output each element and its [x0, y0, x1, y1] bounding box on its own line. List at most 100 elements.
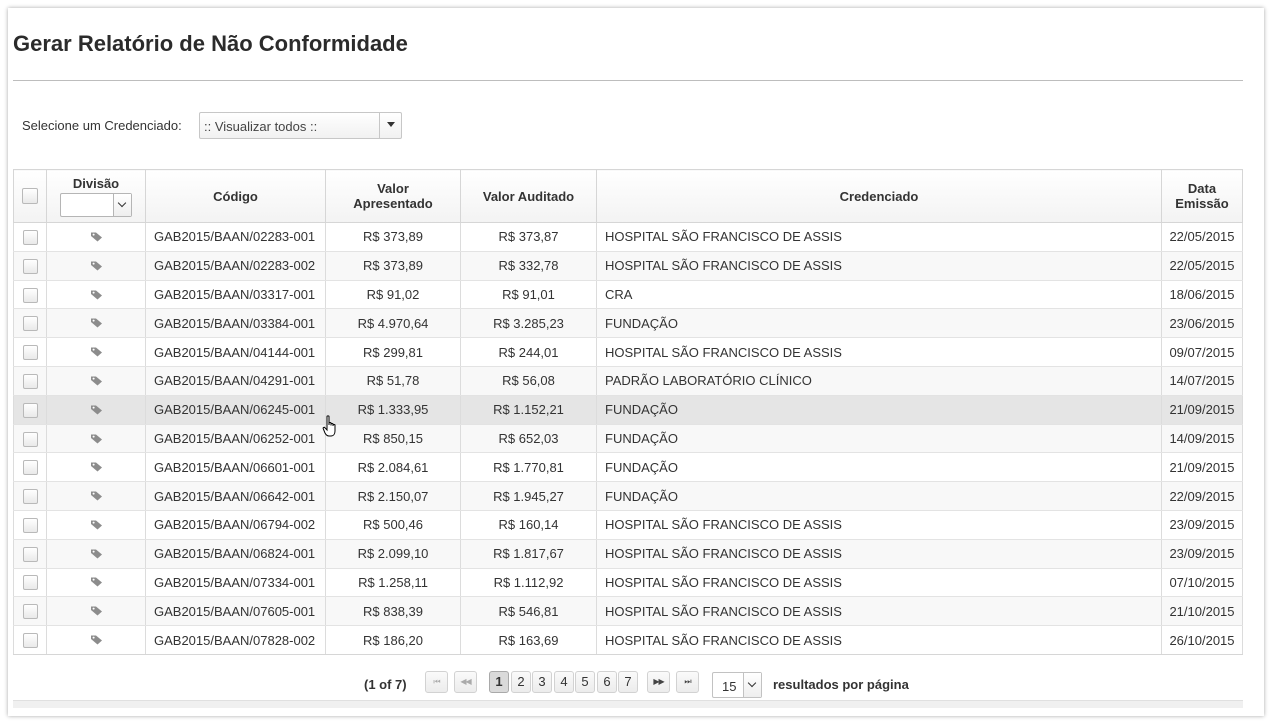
table-row[interactable]: GAB2015/BAAN/03317-001 R$ 91,02 R$ 91,01 CR…	[13, 280, 1243, 310]
table-body: GAB2015/BAAN/02283-001 R$ 373,89 R$ 373,87…	[13, 222, 1243, 655]
credenciado-cell: HOSPITAL SÃO FRANCISCO DE ASSIS	[596, 539, 1162, 569]
row-select-cell	[13, 251, 47, 281]
row-select-cell	[13, 481, 47, 511]
table-row[interactable]: GAB2015/BAAN/02283-002 R$ 373,89 R$ 332,78…	[13, 251, 1243, 281]
valor-auditado-cell: R$ 1.112,92	[460, 568, 597, 598]
title-divider	[13, 80, 1243, 81]
valor-auditado-cell: R$ 56,08	[460, 366, 597, 396]
row-checkbox[interactable]	[22, 229, 38, 245]
row-checkbox[interactable]	[22, 517, 38, 533]
divisao-filter-select[interactable]	[60, 192, 132, 217]
column-header-credenciado[interactable]: Credenciado	[596, 169, 1162, 223]
page-info: (1 of 7)	[364, 677, 407, 692]
row-checkbox[interactable]	[22, 287, 38, 303]
data-emissao-cell: 26/10/2015	[1161, 625, 1243, 655]
valor-auditado-cell: R$ 546,81	[460, 596, 597, 627]
row-checkbox[interactable]	[22, 633, 38, 649]
valor-auditado-cell: R$ 1.770,81	[460, 452, 597, 483]
rows-per-page-dropdown-button[interactable]	[743, 673, 761, 697]
row-select-cell	[13, 308, 47, 339]
divisao-cell	[46, 452, 146, 483]
page-button-4[interactable]: 4	[554, 671, 574, 693]
report-table: Divisão Código Valor Apresentado Valor A…	[13, 169, 1243, 655]
valor-auditado-cell: R$ 160,14	[460, 510, 597, 540]
row-checkbox[interactable]	[22, 431, 38, 447]
row-select-cell	[13, 424, 47, 454]
column-header-valor-auditado[interactable]: Valor Auditado	[460, 169, 597, 223]
page-button-7[interactable]: 7	[618, 671, 638, 693]
codigo-cell: GAB2015/BAAN/04291-001	[145, 366, 326, 396]
divisao-cell	[46, 539, 146, 569]
table-row[interactable]: GAB2015/BAAN/07828-002 R$ 186,20 R$ 163,69…	[13, 625, 1243, 655]
data-emissao-cell: 23/09/2015	[1161, 510, 1243, 540]
codigo-cell: GAB2015/BAAN/07828-002	[145, 625, 326, 655]
valor-apresentado-cell: R$ 1.258,11	[325, 568, 461, 598]
rows-per-page-select[interactable]: 15	[712, 672, 762, 698]
credenciado-cell: HOSPITAL SÃO FRANCISCO DE ASSIS	[596, 625, 1162, 655]
dropdown-button[interactable]	[379, 113, 401, 138]
column-header-valor-apresentado[interactable]: Valor Apresentado	[325, 169, 461, 223]
table-row[interactable]: GAB2015/BAAN/06642-001 R$ 2.150,07 R$ 1.94…	[13, 481, 1243, 511]
valor-auditado-cell: R$ 332,78	[460, 251, 597, 281]
divisao-cell	[46, 280, 146, 310]
data-emissao-cell: 07/10/2015	[1161, 568, 1243, 598]
credenciado-select[interactable]: :: Visualizar todos ::	[199, 112, 402, 139]
tag-icon	[90, 230, 103, 245]
table-row[interactable]: GAB2015/BAAN/06245-001 R$ 1.333,95 R$ 1.15…	[13, 395, 1243, 425]
divisao-cell	[46, 395, 146, 425]
table-row[interactable]: GAB2015/BAAN/07334-001 R$ 1.258,11 R$ 1.11…	[13, 568, 1243, 598]
previous-page-button[interactable]: ◀◀	[454, 671, 477, 693]
table-row[interactable]: GAB2015/BAAN/07605-001 R$ 838,39 R$ 546,81…	[13, 596, 1243, 627]
table-row[interactable]: GAB2015/BAAN/02283-001 R$ 373,89 R$ 373,87…	[13, 222, 1243, 252]
table-row[interactable]: GAB2015/BAAN/04144-001 R$ 299,81 R$ 244,01…	[13, 337, 1243, 367]
page-button-1[interactable]: 1	[489, 671, 509, 693]
column-header-codigo[interactable]: Código	[145, 169, 326, 223]
row-checkbox[interactable]	[22, 402, 38, 418]
tag-icon	[90, 604, 103, 619]
table-row[interactable]: GAB2015/BAAN/04291-001 R$ 51,78 R$ 56,08 PA…	[13, 366, 1243, 396]
first-page-button[interactable]: ⏮	[425, 671, 448, 693]
table-row[interactable]: GAB2015/BAAN/06824-001 R$ 2.099,10 R$ 1.81…	[13, 539, 1243, 569]
rows-per-page-value: 15	[722, 679, 737, 694]
table-row[interactable]: GAB2015/BAAN/06601-001 R$ 2.084,61 R$ 1.77…	[13, 452, 1243, 483]
row-checkbox[interactable]	[22, 575, 38, 591]
divisao-cell	[46, 424, 146, 454]
codigo-cell: GAB2015/BAAN/06252-001	[145, 424, 326, 454]
page-button-5[interactable]: 5	[575, 671, 595, 693]
next-page-button[interactable]: ▶▶	[647, 671, 670, 693]
row-checkbox[interactable]	[22, 373, 38, 389]
credenciado-cell: HOSPITAL SÃO FRANCISCO DE ASSIS	[596, 596, 1162, 627]
row-checkbox[interactable]	[22, 604, 38, 620]
valor-apresentado-cell: R$ 91,02	[325, 280, 461, 310]
divisao-dropdown-button[interactable]	[113, 193, 131, 216]
row-checkbox[interactable]	[22, 345, 38, 361]
table-row[interactable]: GAB2015/BAAN/06252-001 R$ 850,15 R$ 652,03…	[13, 424, 1243, 454]
last-page-button[interactable]: ⏭	[676, 671, 699, 693]
page-button-2[interactable]: 2	[511, 671, 531, 693]
data-emissao-cell: 21/10/2015	[1161, 596, 1243, 627]
select-all-header	[13, 169, 47, 223]
table-row[interactable]: GAB2015/BAAN/03384-001 R$ 4.970,64 R$ 3.28…	[13, 308, 1243, 339]
row-checkbox[interactable]	[22, 546, 38, 562]
row-checkbox[interactable]	[22, 489, 38, 505]
row-checkbox[interactable]	[22, 316, 38, 332]
valor-apresentado-cell: R$ 51,78	[325, 366, 461, 396]
hand-pointer-cursor-icon	[322, 415, 336, 437]
footer-bar	[13, 700, 1243, 708]
column-header-data-emissao[interactable]: Data Emissão	[1161, 169, 1243, 223]
row-select-cell	[13, 625, 47, 655]
data-emissao-cell: 21/09/2015	[1161, 395, 1243, 425]
tag-icon	[90, 633, 103, 648]
select-all-checkbox[interactable]	[22, 188, 38, 205]
page-button-3[interactable]: 3	[532, 671, 552, 693]
valor-auditado-cell: R$ 1.152,21	[460, 395, 597, 425]
table-row[interactable]: GAB2015/BAAN/06794-002 R$ 500,46 R$ 160,14…	[13, 510, 1243, 540]
tag-icon	[90, 316, 103, 331]
row-checkbox[interactable]	[22, 258, 38, 274]
tag-icon	[90, 259, 103, 274]
page-button-6[interactable]: 6	[597, 671, 617, 693]
tag-icon	[90, 489, 103, 504]
row-select-cell	[13, 395, 47, 425]
divisao-cell	[46, 222, 146, 252]
row-checkbox[interactable]	[22, 460, 38, 476]
